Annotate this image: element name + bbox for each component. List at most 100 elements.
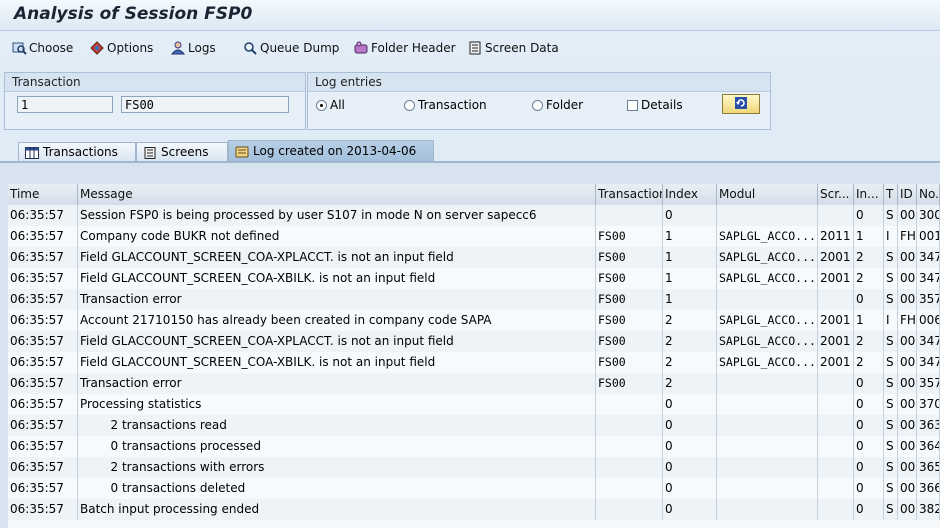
radio-transaction-circle[interactable] xyxy=(404,99,415,111)
cell-info: 1 xyxy=(854,226,884,247)
cell-number: 347 xyxy=(917,331,940,352)
transaction-number-field[interactable]: 1 xyxy=(17,96,113,113)
column-header-info[interactable]: In... xyxy=(854,184,884,205)
logs-button[interactable]: Logs xyxy=(170,39,216,57)
cell-transaction xyxy=(596,499,663,520)
log-entries-group-title: Log entries xyxy=(308,73,770,92)
refresh-button[interactable] xyxy=(722,94,760,114)
tab-transactions-label: Transactions xyxy=(43,144,118,159)
column-header-screen[interactable]: Scr... xyxy=(818,184,854,205)
cell-number: 347 xyxy=(917,352,940,373)
column-header-message[interactable]: Message xyxy=(78,184,596,205)
refresh-icon xyxy=(733,96,749,113)
details-checkbox[interactable]: Details xyxy=(627,98,683,112)
cell-message: 0 transactions processed xyxy=(78,436,596,457)
table-row[interactable]: 06:35:57 0 transactions deleted 0 0 S 00 366 xyxy=(8,478,940,499)
cell-index: 0 xyxy=(663,436,717,457)
cell-index: 2 xyxy=(663,310,717,331)
table-row[interactable]: 06:35:57 Transaction error FS00 1 0 S 00 357 xyxy=(8,289,940,310)
table-row[interactable]: 06:35:57 2 transactions with errors 0 0 S 00… xyxy=(8,457,940,478)
table-row[interactable]: 06:35:57 Field GLACCOUNT_SCREEN_COA-XBILK… xyxy=(8,268,940,289)
table-row[interactable]: 06:35:57 Processing statistics 0 0 S 00 370 xyxy=(8,394,940,415)
cell-modul xyxy=(717,457,818,478)
cell-number: 382 xyxy=(917,499,940,520)
screen-data-button[interactable]: Screen Data xyxy=(468,39,559,57)
cell-index: 0 xyxy=(663,205,717,226)
cell-message: Company code BUKR not defined xyxy=(78,226,596,247)
cell-id: 00 xyxy=(898,352,917,373)
tab-screens-label: Screens xyxy=(161,144,209,159)
options-label: Options xyxy=(107,41,154,55)
cell-message: Field GLACCOUNT_SCREEN_COA-XPLACCT. is n… xyxy=(78,331,596,352)
radio-all-circle[interactable] xyxy=(316,99,327,111)
table-row[interactable]: 06:35:57 Account 21710150 has already bee… xyxy=(8,310,940,331)
cell-type: S xyxy=(884,457,898,478)
cell-modul: SAPLGL_ACCO... xyxy=(717,268,818,289)
cell-type: S xyxy=(884,205,898,226)
cell-type: S xyxy=(884,352,898,373)
cell-info: 2 xyxy=(854,247,884,268)
cell-index: 0 xyxy=(663,457,717,478)
column-header-modul[interactable]: Modul xyxy=(717,184,818,205)
cell-transaction xyxy=(596,436,663,457)
cell-type: S xyxy=(884,478,898,499)
table-row[interactable]: 06:35:57 Field GLACCOUNT_SCREEN_COA-XBILK… xyxy=(8,352,940,373)
screen-data-label: Screen Data xyxy=(485,41,559,55)
cell-info: 0 xyxy=(854,457,884,478)
cell-info: 2 xyxy=(854,331,884,352)
cell-info: 0 xyxy=(854,499,884,520)
column-header-type[interactable]: T xyxy=(884,184,898,205)
details-checkbox-box[interactable] xyxy=(627,99,638,111)
cell-number: 347 xyxy=(917,268,940,289)
table-row[interactable]: 06:35:57 Session FSP0 is being processed … xyxy=(8,205,940,226)
table-row[interactable]: 06:35:57 Field GLACCOUNT_SCREEN_COA-XPLAC… xyxy=(8,247,940,268)
cell-modul: SAPLGL_ACCO... xyxy=(717,310,818,331)
cell-id: 00 xyxy=(898,478,917,499)
table-header: Time Message Transaction Index Modul Scr... In… xyxy=(8,184,940,206)
radio-folder[interactable]: Folder xyxy=(532,98,583,112)
radio-folder-circle[interactable] xyxy=(532,99,543,111)
cell-screen: 2001 xyxy=(818,352,854,373)
cell-number: 347 xyxy=(917,247,940,268)
transaction-code-field[interactable]: FS00 xyxy=(121,96,289,113)
column-header-transaction[interactable]: Transaction xyxy=(596,184,663,205)
cell-screen xyxy=(818,457,854,478)
folder-header-button[interactable]: Folder Header xyxy=(354,39,456,57)
column-header-index[interactable]: Index xyxy=(663,184,717,205)
radio-transaction[interactable]: Transaction xyxy=(404,98,487,112)
radio-transaction-label: Transaction xyxy=(418,98,487,112)
cell-index: 1 xyxy=(663,226,717,247)
radio-all[interactable]: All xyxy=(316,98,345,112)
tab-log[interactable]: Log created on 2013-04-06 xyxy=(228,140,434,161)
cell-info: 0 xyxy=(854,478,884,499)
cell-time: 06:35:57 xyxy=(8,268,78,289)
table-row[interactable]: 06:35:57 0 transactions processed 0 0 S 00 36… xyxy=(8,436,940,457)
tab-screens[interactable]: Screens xyxy=(136,142,228,161)
cell-type: S xyxy=(884,436,898,457)
log-table: Time Message Transaction Index Modul Scr... In… xyxy=(8,184,940,528)
column-header-number[interactable]: No. xyxy=(917,184,940,205)
options-button[interactable]: Options xyxy=(90,39,153,57)
table-row[interactable]: 06:35:57 Company code BUKR not defined FS0… xyxy=(8,226,940,247)
cell-screen xyxy=(818,436,854,457)
cell-transaction xyxy=(596,457,663,478)
cell-modul: SAPLGL_ACCO... xyxy=(717,226,818,247)
column-header-time[interactable]: Time xyxy=(8,184,78,205)
table-row[interactable]: 06:35:57 Batch input processing ended 0 0 S 0… xyxy=(8,499,940,520)
cell-modul xyxy=(717,394,818,415)
table-row[interactable]: 06:35:57 Field GLACCOUNT_SCREEN_COA-XPLAC… xyxy=(8,331,940,352)
cell-id: 00 xyxy=(898,247,917,268)
table-row[interactable]: 06:35:57 Transaction error FS00 2 0 S 00 357 xyxy=(8,373,940,394)
cell-screen: 2001 xyxy=(818,247,854,268)
cell-time: 06:35:57 xyxy=(8,436,78,457)
column-header-id[interactable]: ID xyxy=(898,184,917,205)
cell-modul: SAPLGL_ACCO... xyxy=(717,247,818,268)
tab-transactions[interactable]: Transactions xyxy=(18,142,136,161)
choose-button[interactable]: Choose xyxy=(12,39,73,57)
cell-message: 0 transactions deleted xyxy=(78,478,596,499)
cell-message: Transaction error xyxy=(78,373,596,394)
queue-dump-button[interactable]: Queue Dump xyxy=(243,39,339,57)
cell-id: 00 xyxy=(898,268,917,289)
cell-number: 363 xyxy=(917,415,940,436)
table-row[interactable]: 06:35:57 2 transactions read 0 0 S 00 363 xyxy=(8,415,940,436)
